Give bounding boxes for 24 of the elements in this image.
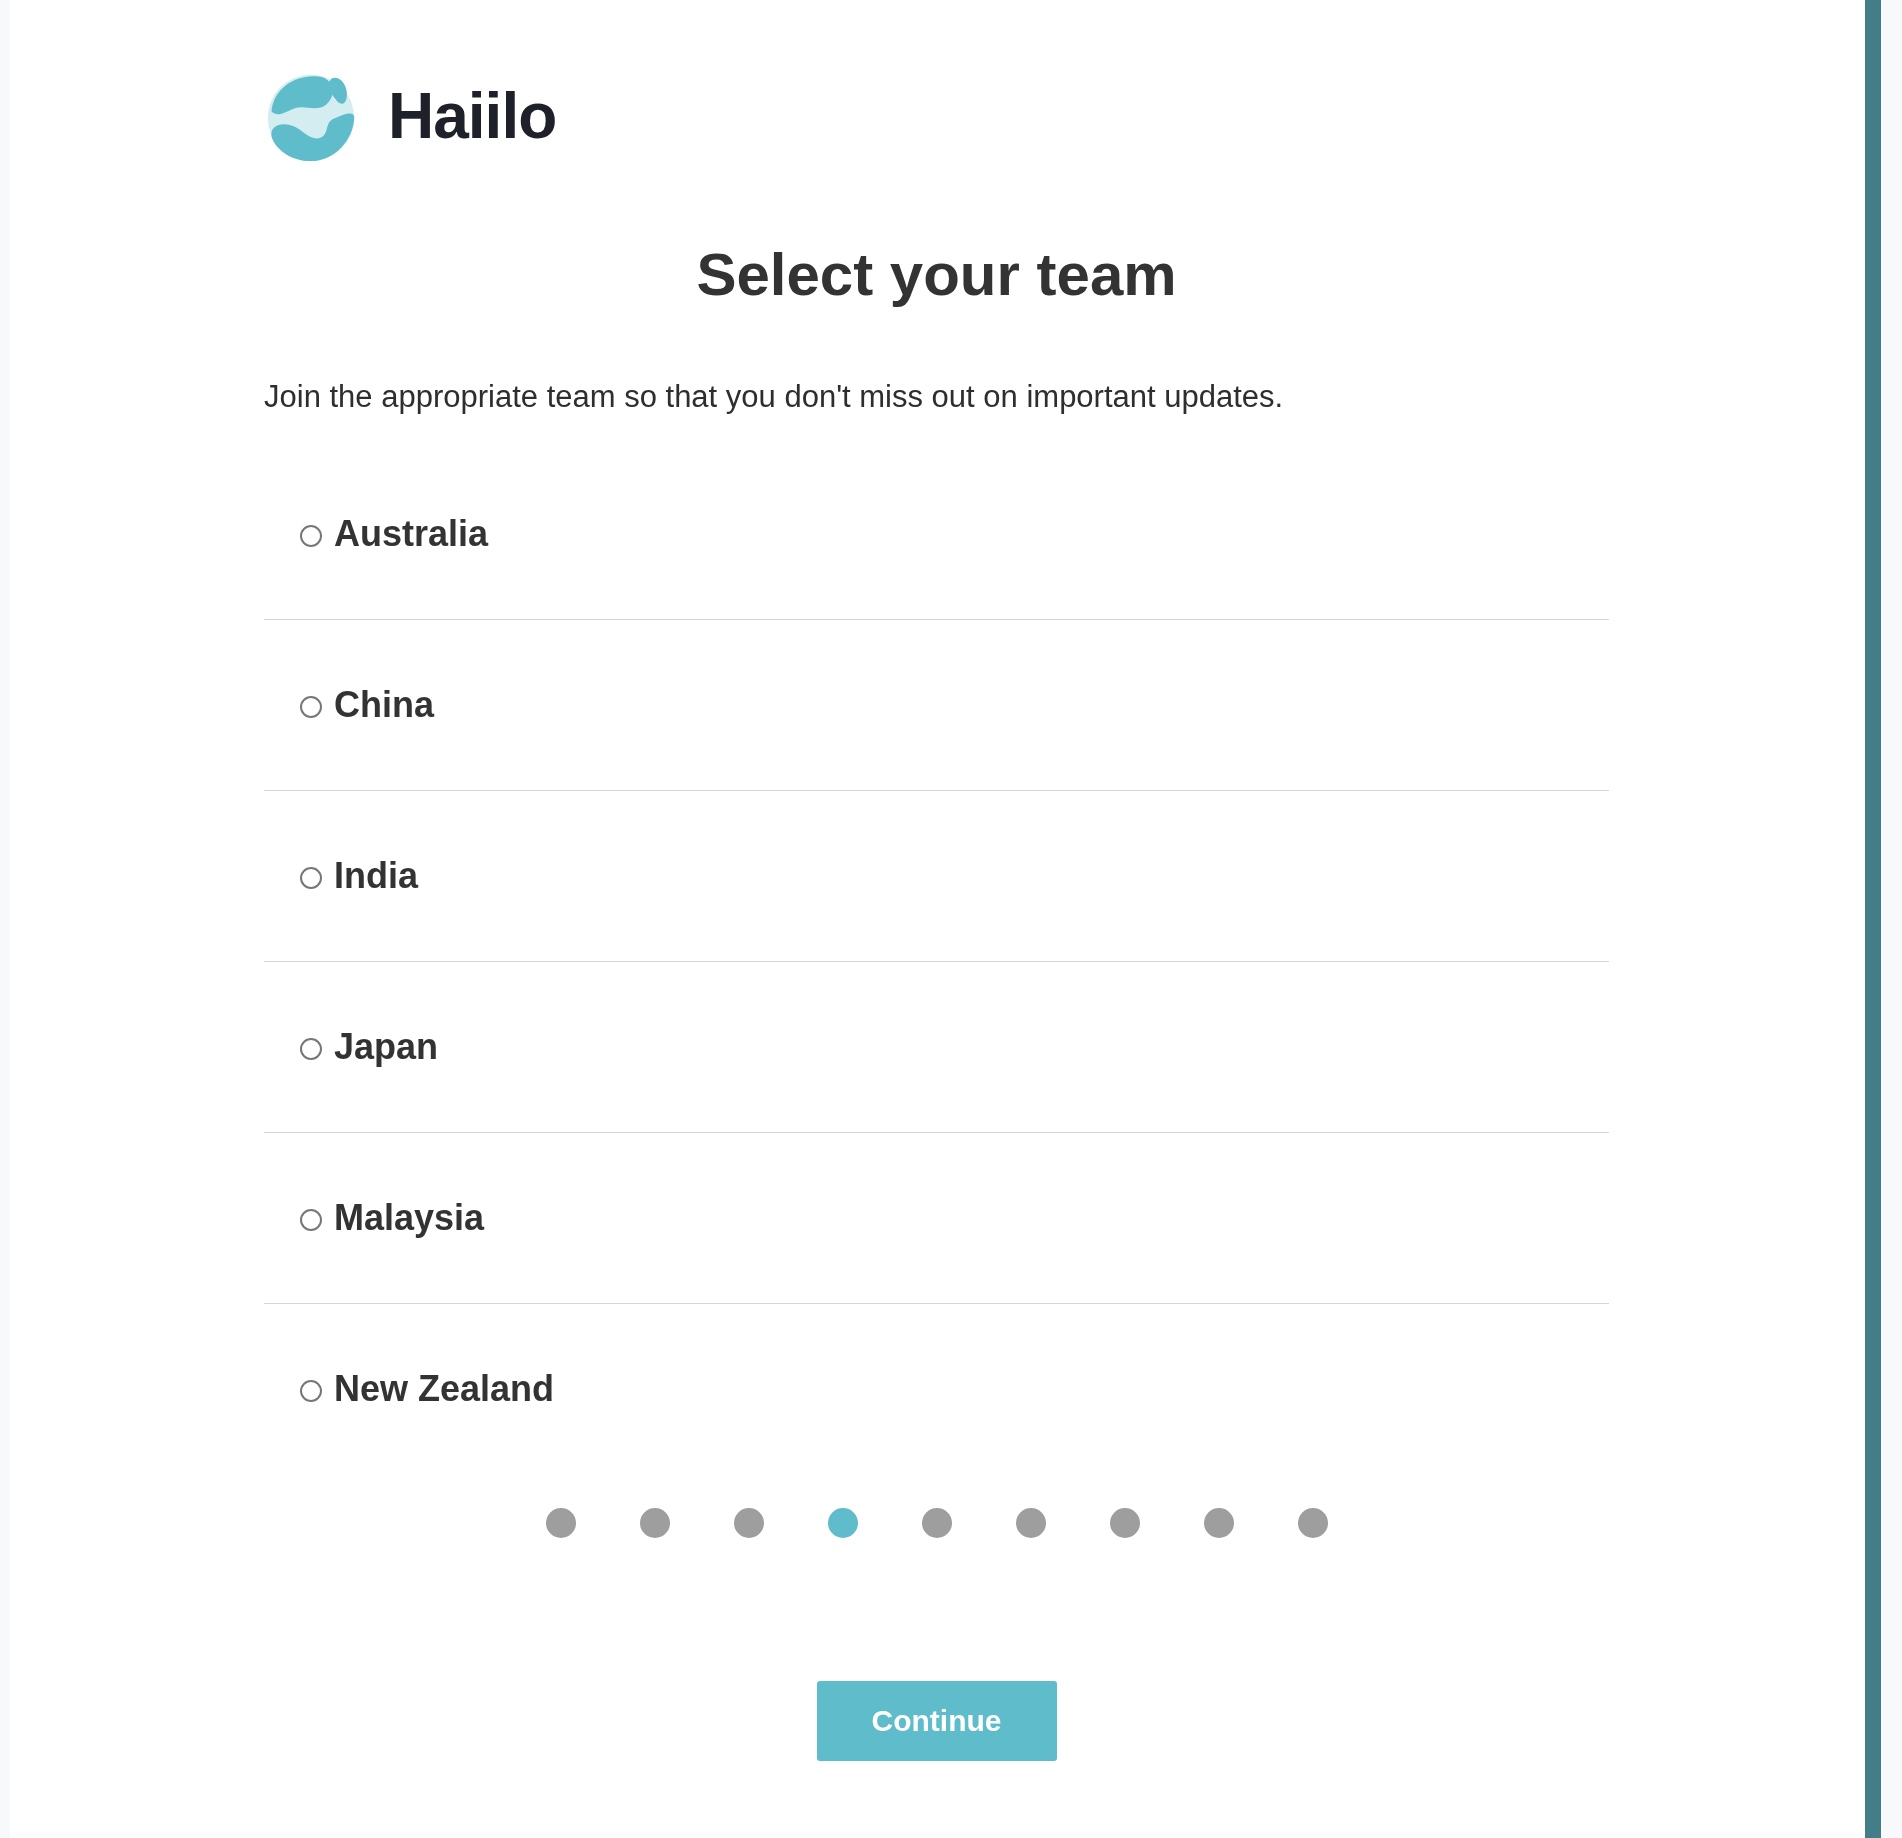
step-dot[interactable] <box>639 1508 670 1538</box>
team-label[interactable]: Japan <box>334 1026 439 1068</box>
radio-button[interactable] <box>300 1209 322 1231</box>
radio-button[interactable] <box>300 525 322 547</box>
page-title: Select your team <box>696 240 1177 309</box>
instruction-text: Join the appropriate team so that you don't miss out on important updates. <box>264 379 1285 415</box>
step-dot[interactable] <box>1297 1508 1328 1538</box>
step-dot[interactable] <box>1203 1508 1234 1538</box>
team-label[interactable]: Malaysia <box>334 1197 485 1239</box>
step-dot[interactable] <box>1015 1508 1046 1538</box>
step-dot[interactable] <box>921 1508 952 1538</box>
radio-button[interactable] <box>300 696 322 718</box>
radio-button[interactable] <box>300 867 322 889</box>
team-label[interactable]: China <box>334 684 434 726</box>
team-label[interactable]: India <box>334 855 418 897</box>
radio-button[interactable] <box>300 1038 322 1060</box>
step-dot[interactable] <box>545 1508 576 1538</box>
brand-name: Haiilo <box>388 79 557 153</box>
step-dot[interactable] <box>1109 1508 1140 1538</box>
step-dot[interactable] <box>827 1508 858 1538</box>
team-label[interactable]: New Zealand <box>334 1368 555 1410</box>
step-dot[interactable] <box>733 1508 764 1538</box>
radio-button[interactable] <box>300 1380 322 1402</box>
team-label[interactable]: Australia <box>334 513 489 555</box>
